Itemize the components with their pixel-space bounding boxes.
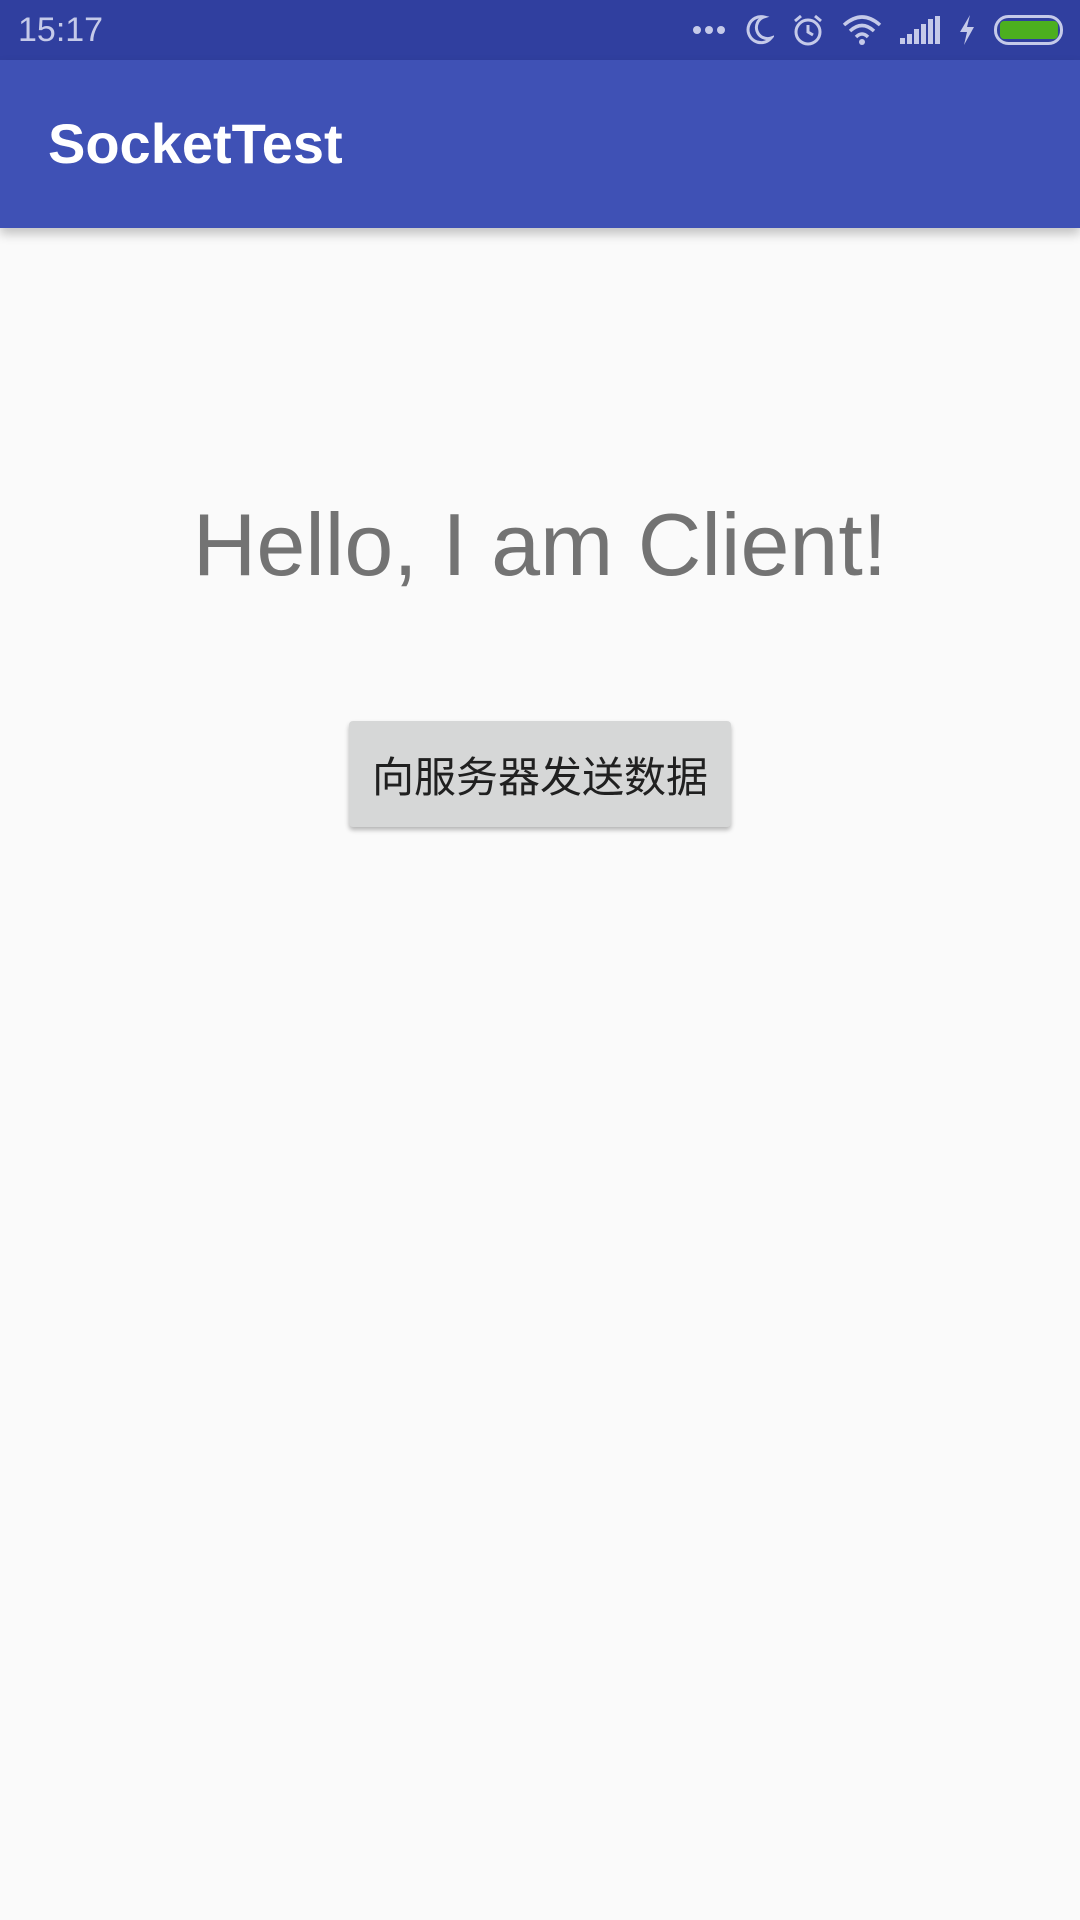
signal-icon [900, 16, 940, 44]
status-icons [692, 10, 1066, 50]
battery-icon [994, 15, 1066, 45]
charging-bolt-icon [958, 15, 976, 45]
wifi-icon [842, 15, 882, 45]
screen: 15:17 SocketTest Hello, I am Client! 向服务… [0, 0, 1080, 1920]
main-content: Hello, I am Client! 向服务器发送数据 [0, 228, 1080, 1920]
send-data-button[interactable]: 向服务器发送数据 [349, 721, 731, 827]
status-time: 15:17 [18, 11, 104, 49]
app-bar: SocketTest [0, 60, 1080, 228]
moon-icon [744, 14, 774, 46]
hello-text: Hello, I am Client! [192, 495, 888, 594]
more-dots-icon [692, 24, 726, 36]
app-title: SocketTest [48, 112, 343, 175]
status-bar: 15:17 [0, 0, 1080, 60]
alarm-icon [792, 13, 824, 47]
